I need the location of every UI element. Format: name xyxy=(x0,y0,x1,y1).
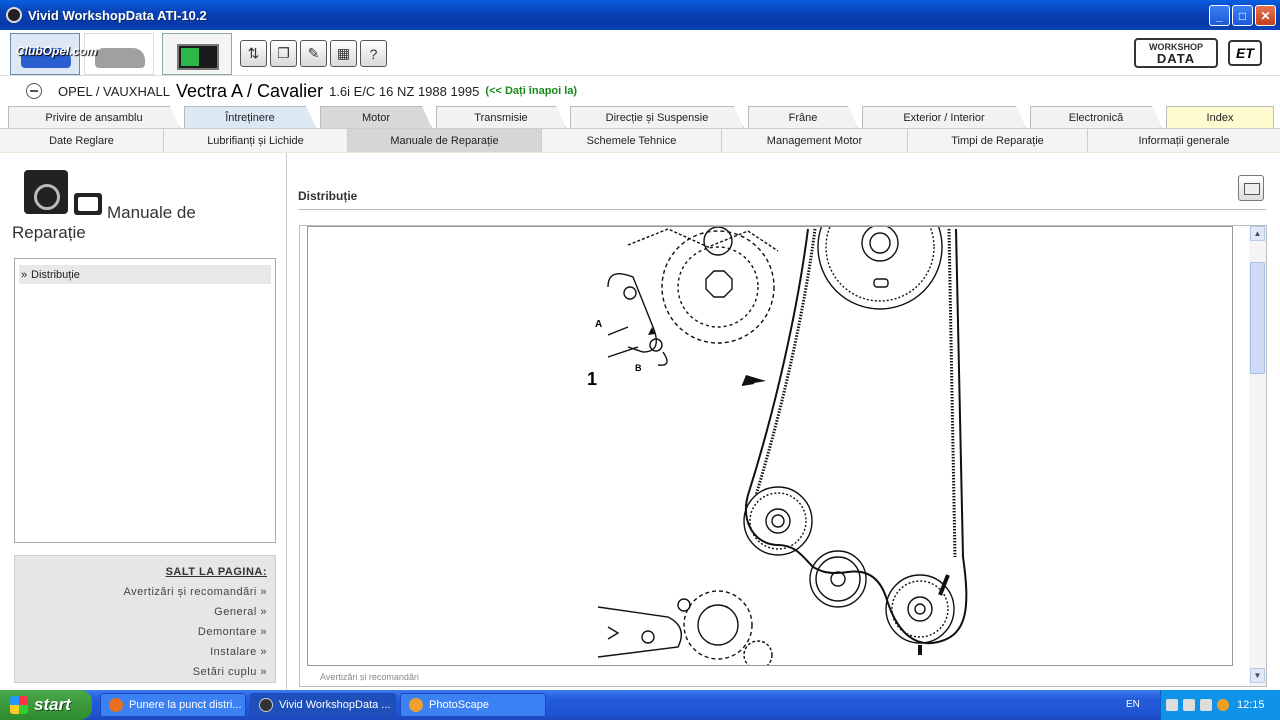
subtab-engine-management[interactable]: Management Motor xyxy=(722,129,908,152)
workshopdata-logo: WORKSHOP DATA xyxy=(1134,38,1218,68)
clock: 12:15 xyxy=(1237,699,1265,711)
truck-icon xyxy=(95,48,145,68)
document-viewer[interactable]: 1 A B Avertizări și recomandări ▲ ▼ xyxy=(299,225,1267,687)
vehicle-header: OPEL / VAUXHALL Vectra A / Cavalier 1.6i… xyxy=(0,76,1280,106)
calculator-icon[interactable]: ▦ xyxy=(330,40,357,67)
security-icon[interactable] xyxy=(1200,699,1212,711)
content-title: Distribuție xyxy=(298,189,358,203)
task-workshopdata[interactable]: Vivid WorkshopData ... xyxy=(250,693,396,717)
scroll-down-icon[interactable]: ▼ xyxy=(1250,668,1265,683)
photoscape-icon xyxy=(409,698,423,712)
adjust-icon[interactable]: ⇅ xyxy=(240,40,267,67)
title-bar: Vivid WorkshopData ATI-10.2 _ □ ✕ xyxy=(0,0,1280,30)
help-icon[interactable]: ? xyxy=(360,40,387,67)
title-divider xyxy=(298,209,1266,210)
sidebar-title: Manuale de Reparație xyxy=(12,203,196,242)
diagram-label-1: 1 xyxy=(587,369,597,389)
vertical-scrollbar[interactable]: ▲ ▼ xyxy=(1249,226,1266,686)
volume-icon[interactable] xyxy=(1183,699,1195,711)
timing-belt-diagram: 1 A B xyxy=(587,227,968,665)
jump-link-general[interactable]: General xyxy=(214,606,267,618)
tab-steering[interactable]: Direcție și Suspensie xyxy=(570,106,744,128)
back-link[interactable]: (<< Dați înapoi la) xyxy=(485,85,577,97)
jump-link-torque[interactable]: Setări cuplu xyxy=(193,666,267,678)
vehicle-spec: 1.6i E/C 16 NZ 1988 1995 xyxy=(329,83,480,99)
jump-panel: SALT LA PAGINA: Avertizări și recomandăr… xyxy=(14,555,276,683)
taskbar: start Punere la punct distri... Vivid Wo… xyxy=(0,690,1280,720)
system-tray: 12:15 xyxy=(1160,690,1280,720)
cutoff-text: Avertizări și recomandări xyxy=(320,673,419,681)
window-title: Vivid WorkshopData ATI-10.2 xyxy=(28,7,207,23)
tab-transmission[interactable]: Transmisie xyxy=(436,106,566,128)
tab-brakes[interactable]: Frâne xyxy=(748,106,858,128)
main-tabs: Privire de ansamblu Întreținere Motor Tr… xyxy=(0,106,1280,128)
start-button[interactable]: start xyxy=(0,690,92,720)
language-indicator[interactable]: EN xyxy=(1126,699,1140,710)
battery-icon xyxy=(177,44,219,70)
diagram-label-a: A xyxy=(595,319,602,330)
workshopdata-app-icon xyxy=(259,698,273,712)
sidebar-list: Distribuție xyxy=(14,258,276,543)
scroll-thumb[interactable] xyxy=(1250,262,1265,374)
maximize-button[interactable]: □ xyxy=(1232,5,1253,26)
et-logo: ET xyxy=(1228,40,1262,66)
tab-electronics[interactable]: Electronică xyxy=(1030,106,1162,128)
minimize-button[interactable]: _ xyxy=(1209,5,1230,26)
network-icon[interactable] xyxy=(1166,699,1178,711)
tab-engine[interactable]: Motor xyxy=(320,106,432,128)
subtab-technical-diagrams[interactable]: Schemele Tehnice xyxy=(542,129,722,152)
subtab-repair-times[interactable]: Timpi de Reparație xyxy=(908,129,1088,152)
task-firefox[interactable]: Punere la punct distri... xyxy=(100,693,246,717)
toolbar: ClubOpel.com ⇅ ❐ ✎ ▦ ? WORKSHOP DATA ET xyxy=(0,30,1280,76)
close-button[interactable]: ✕ xyxy=(1255,5,1276,26)
tab-maintenance[interactable]: Întreținere xyxy=(184,106,316,128)
vehicle-make: OPEL / VAUXHALL xyxy=(58,83,170,99)
window-controls: _ □ ✕ xyxy=(1209,5,1276,26)
app-icon xyxy=(6,7,22,23)
task-photoscape[interactable]: PhotoScape xyxy=(400,693,546,717)
windows-logo-icon xyxy=(10,696,28,714)
subtab-lubricants[interactable]: Lubrifianți și Lichide xyxy=(164,129,348,152)
sidebar-item-timing[interactable]: Distribuție xyxy=(19,265,271,284)
tab-exterior[interactable]: Exterior / Interior xyxy=(862,106,1026,128)
jump-header: SALT LA PAGINA: xyxy=(165,566,267,578)
update-icon[interactable] xyxy=(1217,699,1229,711)
copy-icon[interactable]: ❐ xyxy=(270,40,297,67)
subtab-repair-manuals[interactable]: Manuale de Reparație xyxy=(348,129,542,152)
data-mode-button[interactable] xyxy=(162,33,232,75)
subtab-settings[interactable]: Date Reglare xyxy=(0,129,164,152)
sub-tabs: Date Reglare Lubrifianți și Lichide Manu… xyxy=(0,128,1280,152)
jump-link-installation[interactable]: Instalare xyxy=(210,646,267,658)
tab-index[interactable]: Index xyxy=(1166,106,1274,128)
firefox-icon xyxy=(109,698,123,712)
vehicle-model: Vectra A / Cavalier xyxy=(176,80,324,101)
sidebar: Manuale de Reparație Distribuție SALT LA… xyxy=(0,153,287,690)
scroll-up-icon[interactable]: ▲ xyxy=(1250,226,1265,241)
watermark: ClubOpel.com xyxy=(16,44,98,58)
diagram-frame: 1 A B xyxy=(307,226,1233,666)
collapse-icon[interactable] xyxy=(26,83,42,99)
edit-icon[interactable]: ✎ xyxy=(300,40,327,67)
jump-link-removal[interactable]: Demontare xyxy=(198,626,267,638)
content-pane: Distribuție 1 A B Avertizări și recomand… xyxy=(288,153,1280,690)
print-icon[interactable] xyxy=(1238,175,1264,201)
tab-overview[interactable]: Privire de ansamblu xyxy=(8,106,180,128)
diagram-label-b: B xyxy=(635,363,642,373)
jump-link-warnings[interactable]: Avertizări și recomandări xyxy=(123,586,267,598)
subtab-general-info[interactable]: Informații generale xyxy=(1088,129,1280,152)
main-area: Manuale de Reparație Distribuție SALT LA… xyxy=(0,153,1280,690)
